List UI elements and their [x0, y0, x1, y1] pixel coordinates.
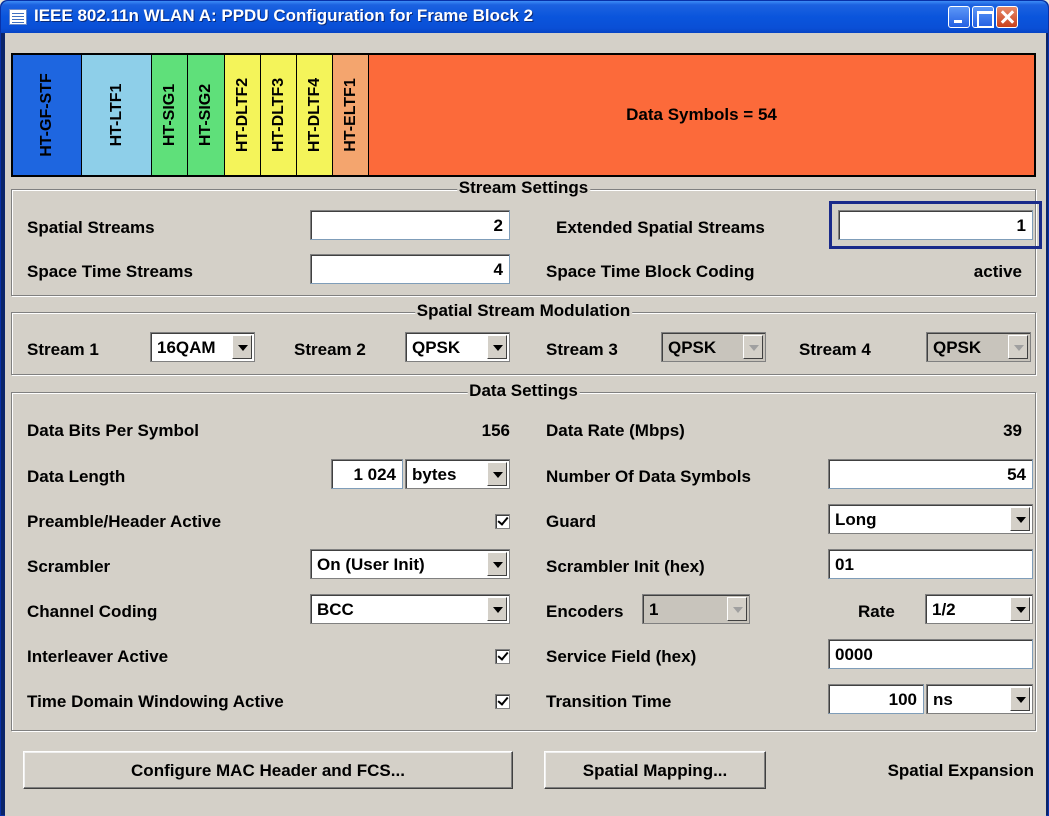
guard-label: Guard	[546, 512, 597, 531]
spatial-streams-input[interactable]: 2	[310, 210, 510, 240]
stream-4-label: Stream 4	[799, 340, 871, 359]
stream-2-label: Stream 2	[294, 340, 366, 359]
chevron-down-icon[interactable]	[1010, 597, 1030, 621]
app-window: IEEE 802.11n WLAN A: PPDU Configuration …	[0, 0, 1049, 816]
time-domain-windowing-checkbox[interactable]	[495, 694, 510, 709]
rate-label: Rate	[858, 602, 895, 621]
scrambler-label: Scrambler	[27, 557, 111, 576]
stream-1-modulation-select[interactable]: 16QAM	[150, 332, 255, 362]
data-length-input[interactable]: 1 024	[331, 459, 403, 489]
interleaver-active-checkbox[interactable]	[495, 649, 510, 664]
data-rate-value: 39	[1003, 421, 1022, 440]
data-settings-group: Data Settings Data Bits Per Symbol 156 D…	[11, 381, 1036, 731]
ppdu-field-ht-gf-stf: HT-GF-STF	[13, 55, 82, 175]
ppdu-field-ht-dltf4: HT-DLTF4	[297, 55, 333, 175]
close-icon[interactable]	[996, 6, 1018, 28]
space-time-streams-label: Space Time Streams	[27, 262, 193, 281]
number-of-data-symbols-label: Number Of Data Symbols	[546, 467, 751, 486]
data-bits-per-symbol-label: Data Bits Per Symbol	[27, 421, 199, 440]
chevron-down-icon[interactable]	[232, 335, 252, 359]
stream-2-modulation-select[interactable]: QPSK	[405, 332, 510, 362]
ppdu-field-ht-sig1: HT-SIG1	[152, 55, 188, 175]
minimize-icon[interactable]	[948, 6, 970, 28]
chevron-down-icon[interactable]	[1010, 507, 1030, 531]
data-length-label: Data Length	[27, 467, 126, 486]
data-bits-per-symbol-value: 156	[481, 421, 510, 440]
dialog-body: HT-GF-STF HT-LTF1 HT-SIG1 HT-SIG2 HT-DLT…	[5, 33, 1046, 816]
chevron-down-icon[interactable]	[1010, 687, 1030, 711]
spatial-mapping-button[interactable]: Spatial Mapping...	[544, 751, 766, 789]
stream-3-modulation-select: QPSK	[661, 332, 766, 362]
chevron-down-icon	[1008, 335, 1028, 359]
chevron-down-icon[interactable]	[487, 335, 507, 359]
chevron-down-icon[interactable]	[487, 597, 507, 621]
stbc-label: Space Time Block Coding	[546, 262, 755, 281]
guard-select[interactable]: Long	[828, 504, 1033, 534]
stream-settings-title: Stream Settings	[456, 178, 591, 198]
stbc-value: active	[973, 262, 1022, 281]
scrambler-select[interactable]: On (User Init)	[310, 549, 510, 579]
data-length-unit-select[interactable]: bytes	[405, 459, 510, 489]
data-settings-title: Data Settings	[467, 381, 580, 401]
extended-spatial-streams-label: Extended Spatial Streams	[556, 218, 765, 237]
configure-mac-header-button[interactable]: Configure MAC Header and FCS...	[23, 751, 513, 789]
ppdu-field-ht-dltf2: HT-DLTF2	[225, 55, 261, 175]
stream-3-label: Stream 3	[546, 340, 618, 359]
chevron-down-icon	[743, 335, 763, 359]
transition-time-unit-select[interactable]: ns	[926, 684, 1033, 714]
chevron-down-icon[interactable]	[487, 462, 507, 486]
transition-time-input[interactable]: 100	[828, 684, 924, 714]
stream-1-label: Stream 1	[27, 340, 99, 359]
space-time-streams-input[interactable]: 4	[310, 254, 510, 284]
transition-time-label: Transition Time	[546, 692, 672, 711]
chevron-down-icon[interactable]	[487, 552, 507, 576]
channel-coding-label: Channel Coding	[27, 602, 158, 621]
interleaver-active-label: Interleaver Active	[27, 647, 169, 666]
ppdu-field-ht-dltf3: HT-DLTF3	[261, 55, 297, 175]
spatial-streams-label: Spatial Streams	[27, 218, 155, 237]
number-of-data-symbols-input[interactable]: 54	[828, 459, 1033, 489]
maximize-icon[interactable]	[972, 6, 994, 28]
chevron-down-icon	[727, 597, 747, 621]
data-rate-label: Data Rate (Mbps)	[546, 421, 685, 440]
service-field-input[interactable]: 0000	[828, 639, 1033, 669]
ppdu-structure: HT-GF-STF HT-LTF1 HT-SIG1 HT-SIG2 HT-DLT…	[11, 53, 1036, 177]
channel-coding-select[interactable]: BCC	[310, 594, 510, 624]
rate-select[interactable]: 1/2	[925, 594, 1033, 624]
service-field-label: Service Field (hex)	[546, 647, 697, 666]
time-domain-windowing-label: Time Domain Windowing Active	[27, 692, 284, 711]
stream-settings-group: Stream Settings Spatial Streams 2 Extend…	[11, 178, 1042, 296]
encoders-select: 1	[642, 594, 750, 624]
modulation-group: Spatial Stream Modulation Stream 1 16QAM…	[11, 301, 1036, 375]
ppdu-field-ht-ltf1: HT-LTF1	[82, 55, 152, 175]
stream-4-modulation-select: QPSK	[926, 332, 1031, 362]
preamble-header-active-label: Preamble/Header Active	[27, 512, 222, 531]
encoders-label: Encoders	[546, 602, 624, 621]
scrambler-init-input[interactable]: 01	[828, 549, 1033, 579]
spatial-mapping-value: Spatial Expansion	[887, 761, 1034, 780]
ppdu-field-ht-sig2: HT-SIG2	[188, 55, 225, 175]
scrambler-init-label: Scrambler Init (hex)	[546, 557, 705, 576]
preamble-header-active-checkbox[interactable]	[495, 514, 510, 529]
extended-spatial-streams-input[interactable]: 1	[829, 201, 1042, 249]
ppdu-data-symbols: Data Symbols = 54	[369, 55, 1034, 175]
window-icon	[9, 9, 27, 25]
ppdu-field-ht-eltf1: HT-ELTF1	[333, 55, 369, 175]
modulation-title: Spatial Stream Modulation	[414, 301, 633, 321]
title-bar[interactable]: IEEE 802.11n WLAN A: PPDU Configuration …	[1, 1, 1048, 33]
window-title: IEEE 802.11n WLAN A: PPDU Configuration …	[34, 6, 534, 25]
